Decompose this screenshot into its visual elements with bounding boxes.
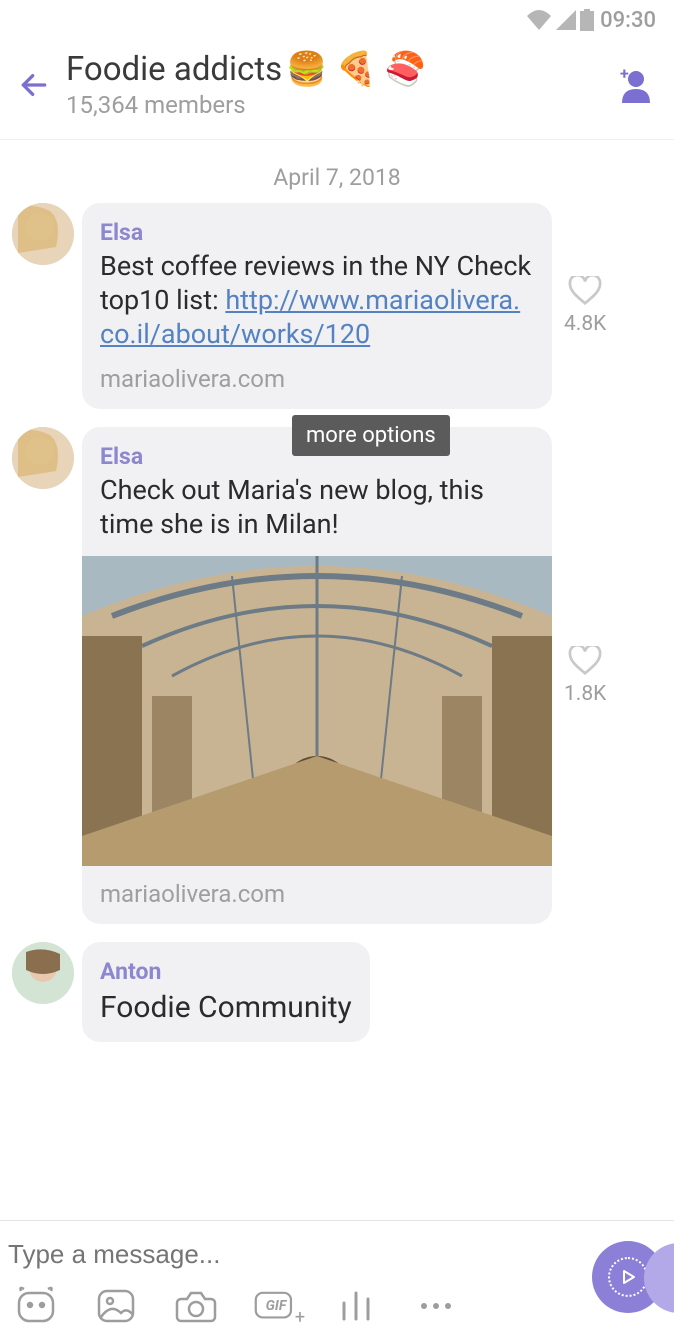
poll-button[interactable] [334,1284,378,1328]
message-bubble[interactable]: more options Elsa Check out Maria's new … [82,427,552,924]
heart-icon [568,646,602,676]
image-icon [95,1285,137,1327]
message-row: Elsa Best coffee reviews in the NY Check… [12,203,662,409]
link-domain: mariaolivera.com [100,880,534,908]
more-button[interactable] [414,1284,458,1328]
like-count: 1.8K [564,682,606,706]
message-row: Anton Foodie Community [12,942,662,1043]
status-icons [526,9,594,31]
chat-title: Foodie addicts [66,50,282,89]
gif-label: GIF [266,1298,287,1314]
voice-dotted-ring [608,1257,648,1297]
battery-icon [580,9,594,31]
status-time: 09:30 [600,8,656,33]
message-input[interactable] [0,1233,674,1284]
invite-button[interactable]: + [608,61,656,109]
message-bubble[interactable]: Elsa Best coffee reviews in the NY Check… [82,203,552,409]
chat-subtitle: 15,364 members [66,91,608,119]
sender-name: Elsa [100,219,534,246]
like-count: 4.8K [564,312,606,336]
wifi-icon [526,10,552,30]
status-bar: 09:30 [0,0,674,40]
more-icon [416,1296,456,1316]
arrow-left-icon [18,69,50,101]
message-image[interactable] [82,556,552,866]
play-icon [620,1269,636,1285]
back-button[interactable] [10,61,58,109]
avatar[interactable] [12,942,74,1004]
gallery-button[interactable] [94,1284,138,1328]
svg-text:+: + [620,65,629,83]
link-domain: mariaolivera.com [100,365,534,393]
compose-bar: GIF + [0,1220,674,1336]
add-user-icon: + [612,65,652,105]
sticker-button[interactable] [14,1284,58,1328]
header-title-block[interactable]: Foodie addicts 🍔 🍕 🍣 15,364 members [66,50,608,119]
message-body: Foodie Community [100,989,352,1027]
heart-icon [568,276,602,306]
message-row: more options Elsa Check out Maria's new … [12,427,662,924]
chat-title-emoji: 🍔 🍕 🍣 [286,50,426,89]
like-area[interactable]: 4.8K [564,276,606,336]
camera-button[interactable] [174,1284,218,1328]
avatar[interactable] [12,427,74,489]
tooltip-more-options: more options [292,415,450,456]
plus-icon: + [295,1307,305,1328]
chat-header: Foodie addicts 🍔 🍕 🍣 15,364 members + [0,40,674,140]
bars-icon [336,1285,376,1327]
date-separator: April 7, 2018 [12,140,662,203]
avatar[interactable] [12,203,74,265]
message-body: Best coffee reviews in the NY Check top1… [100,250,534,351]
sticker-icon [15,1285,57,1327]
signal-icon [556,10,576,30]
message-bubble[interactable]: Anton Foodie Community [82,942,370,1043]
gif-button[interactable]: GIF + [254,1284,298,1328]
camera-icon [175,1285,217,1327]
message-body: Check out Maria's new blog, this time sh… [100,474,534,542]
sender-name: Anton [100,958,352,985]
like-area[interactable]: 1.8K [564,646,606,706]
messages-list[interactable]: April 7, 2018 Elsa Best coffee reviews i… [0,140,674,1060]
